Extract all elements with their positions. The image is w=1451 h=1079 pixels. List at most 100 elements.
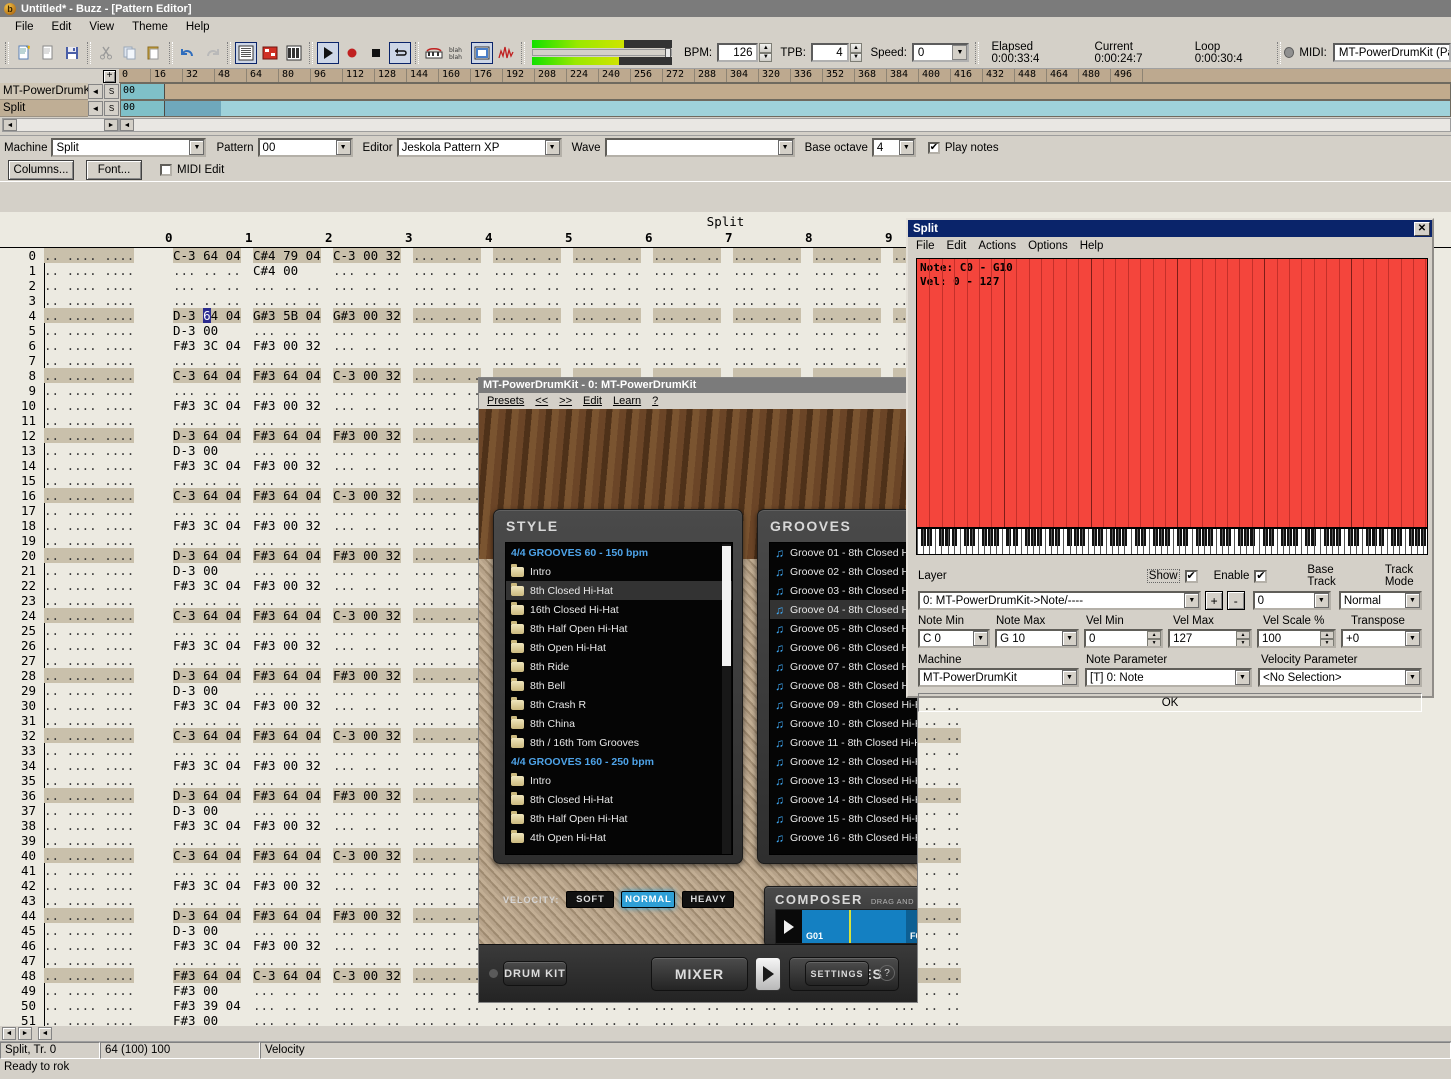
split-ok-button[interactable]: OK (918, 693, 1422, 712)
play-icon[interactable] (317, 42, 339, 64)
pattern-cell[interactable]: ... .. .. (733, 338, 801, 353)
pattern-cell[interactable]: .. .... .... (44, 578, 134, 593)
pattern-cell[interactable]: ... .. .. (413, 443, 481, 458)
piano-white-key[interactable] (1112, 529, 1113, 554)
chevron-down-icon[interactable]: ▼ (1314, 593, 1329, 608)
pattern-cell[interactable]: ... .. .. (333, 833, 401, 848)
sequencer-pattern-block[interactable]: 00 (121, 101, 165, 116)
piano-white-key[interactable] (1277, 529, 1278, 554)
pattern-cell[interactable]: .. .... .... (44, 278, 134, 293)
pattern-cell[interactable]: C-3 00 32 (333, 608, 401, 623)
pattern-cell[interactable]: ... .. .. (413, 503, 481, 518)
pattern-cell[interactable]: F#3 3C 04 (173, 518, 241, 533)
pattern-cell[interactable]: G#3 00 32 (333, 308, 401, 323)
velocity-heavy-button[interactable]: HEAVY (682, 891, 734, 908)
pattern-cell[interactable]: .. .... .... (44, 488, 134, 503)
pattern-cell[interactable]: .. .... .... (44, 773, 134, 788)
pattern-cell[interactable]: G#3 5B 04 (253, 308, 321, 323)
velocity-soft-button[interactable]: SOFT (566, 891, 614, 908)
piano-white-key[interactable] (941, 529, 942, 554)
split-machine-combo[interactable]: MT-PowerDrumKit ▼ (918, 668, 1079, 687)
blah-blah-icon[interactable]: blahblah (447, 42, 469, 64)
pattern-cell[interactable]: ... .. .. (333, 458, 401, 473)
pattern-cell[interactable]: ... .. .. (413, 368, 481, 383)
pattern-cell[interactable]: ... .. .. (413, 578, 481, 593)
pattern-cell[interactable]: ... .. .. (333, 818, 401, 833)
pattern-cell[interactable]: D-3 64 04 (173, 548, 241, 563)
pattern-cell[interactable]: .. .... .... (44, 938, 134, 953)
list-item[interactable]: 8th Open Hi-Hat (506, 638, 732, 657)
pattern-cell[interactable]: ... .. .. (653, 353, 721, 368)
open-file-icon[interactable] (37, 42, 59, 64)
pattern-cell[interactable]: ... .. .. (813, 278, 881, 293)
piano-white-key[interactable] (1100, 529, 1101, 554)
piano-white-key[interactable] (1106, 529, 1107, 554)
bpm-stepper[interactable]: ▲▼ (759, 43, 772, 62)
cpu-monitor-icon[interactable] (495, 42, 517, 64)
pattern-cell[interactable]: C-3 64 04 (173, 848, 241, 863)
chevron-down-icon[interactable]: ▼ (778, 140, 793, 155)
pattern-cell[interactable]: ... .. .. (333, 923, 401, 938)
sequencer-track-1-lane[interactable]: 00 (120, 100, 1451, 117)
list-item[interactable]: ♫Groove 01 - 8th Closed Hi-Hat - 4/4 (770, 543, 918, 562)
vel-scale-input[interactable]: 100 ▲▼ (1257, 629, 1336, 648)
pattern-cell[interactable]: .. .... .... (44, 743, 134, 758)
pattern-cell[interactable]: ... .. .. (413, 998, 481, 1013)
pattern-cell[interactable]: .. .... .... (44, 818, 134, 833)
pattern-cell[interactable]: F#3 00 32 (253, 398, 321, 413)
style-listbox[interactable]: 4/4 GROOVES 60 - 150 bpmIntro8th Closed … (505, 542, 733, 855)
pattern-cell[interactable]: ... .. .. (333, 443, 401, 458)
piano-white-key[interactable] (1265, 529, 1266, 554)
piano-white-key[interactable] (1228, 529, 1229, 554)
tpb-stepper[interactable]: ▲▼ (850, 43, 863, 62)
pattern-cell[interactable]: C#4 00 (253, 263, 298, 278)
pattern-cell[interactable]: ... .. .. (253, 833, 321, 848)
pattern-cell[interactable]: ... .. .. (493, 293, 561, 308)
pattern-cell[interactable]: ... .. .. (253, 413, 321, 428)
pattern-cell[interactable]: .. .... .... (44, 968, 134, 983)
piano-white-key[interactable] (1405, 529, 1406, 554)
pattern-cell[interactable]: ... .. .. (813, 263, 881, 278)
chevron-down-icon[interactable]: ▼ (1062, 631, 1077, 646)
piano-white-key[interactable] (1094, 529, 1095, 554)
list-item[interactable]: Intro (506, 771, 732, 790)
pattern-cell[interactable]: ... .. .. (333, 338, 401, 353)
style-scrollbar[interactable] (722, 544, 731, 855)
pattern-cell[interactable]: ... .. .. (653, 323, 721, 338)
pattern-cell[interactable]: F#3 64 04 (173, 968, 241, 983)
pattern-cell[interactable]: F#3 00 (173, 983, 218, 998)
vst-menu-presets[interactable]: Presets (487, 395, 524, 407)
piano-white-key[interactable] (1381, 529, 1382, 554)
pattern-cell[interactable]: C-3 64 04 (253, 968, 321, 983)
pattern-combo[interactable]: 00 ▼ (258, 138, 353, 157)
pattern-cell[interactable]: ... .. .. (333, 563, 401, 578)
layer-combo[interactable]: 0: MT-PowerDrumKit->Note/---- ▼ (918, 591, 1201, 610)
pattern-cell[interactable]: C-3 64 04 (173, 248, 241, 263)
base-octave-combo[interactable]: 4 ▼ (872, 138, 916, 157)
split-menu-help[interactable]: Help (1080, 240, 1104, 252)
pattern-cell[interactable]: ... .. .. (573, 1013, 641, 1026)
help-button[interactable]: ? (879, 965, 895, 981)
pattern-cell[interactable]: .. .... .... (44, 863, 134, 878)
pattern-cell[interactable]: ... .. .. (173, 863, 241, 878)
piano-white-key[interactable] (1301, 529, 1302, 554)
record-icon[interactable] (341, 42, 363, 64)
pattern-cell[interactable]: ... .. .. (253, 773, 321, 788)
pattern-cell[interactable]: .. .... .... (44, 983, 134, 998)
pattern-cell[interactable]: ... .. .. (413, 728, 481, 743)
pattern-cell[interactable]: ... .. .. (253, 563, 321, 578)
piano-white-key[interactable] (1399, 529, 1400, 554)
columns-button[interactable]: Columns... (8, 160, 74, 180)
list-item[interactable]: 8th Closed Hi-Hat (506, 790, 732, 809)
pattern-cell[interactable]: ... .. .. (733, 323, 801, 338)
pattern-cell[interactable]: ... .. .. (413, 818, 481, 833)
pattern-cell[interactable]: ... .. .. (733, 308, 801, 323)
piano-white-key[interactable] (1362, 529, 1363, 554)
pattern-cell[interactable]: .. .... .... (44, 728, 134, 743)
pattern-cell[interactable]: .. .... .... (44, 293, 134, 308)
pattern-cell[interactable]: F#3 3C 04 (173, 698, 241, 713)
pattern-cell[interactable]: ... .. .. (413, 668, 481, 683)
piano-white-key[interactable] (1271, 529, 1272, 554)
chevron-down-icon[interactable]: ▼ (899, 140, 914, 155)
pattern-cell[interactable]: ... .. .. (493, 263, 561, 278)
